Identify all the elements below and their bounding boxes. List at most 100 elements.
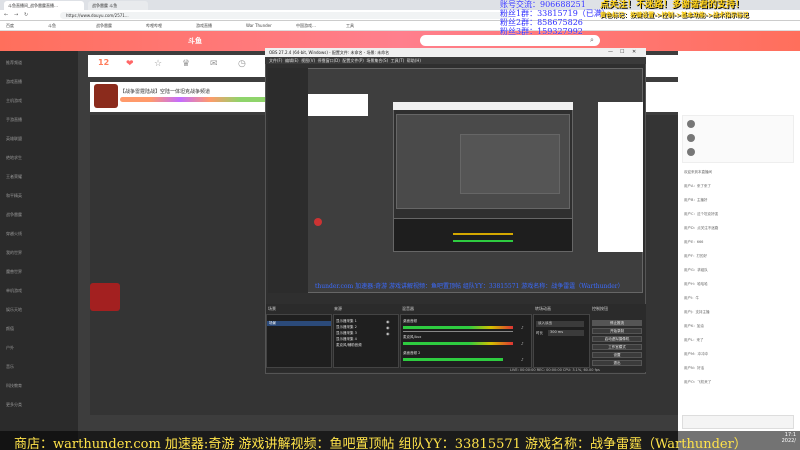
info-line: 账号交流：906688251 bbox=[500, 0, 586, 9]
eye-icon[interactable]: ◉ bbox=[386, 325, 390, 330]
transition-select[interactable]: 淡入淡出 bbox=[536, 321, 584, 327]
bookmark[interactable]: 哔哩哔哩 bbox=[146, 23, 162, 29]
notice-overlay: 点关注！不迷路！多谢谐君的支持！ 黄色标记：按键设置->控制->基本功能->战术… bbox=[600, 0, 749, 20]
obs-menu-item[interactable]: 帮助(H) bbox=[407, 58, 421, 63]
bookmark[interactable]: 中国游戏… bbox=[296, 23, 316, 29]
sidebar-item[interactable]: 手游直播 bbox=[6, 117, 22, 123]
eye-icon[interactable]: ◉ bbox=[386, 319, 390, 324]
message-icon[interactable]: ✉ bbox=[210, 59, 218, 69]
source-item[interactable]: 麦克风/辅助音频 bbox=[336, 343, 362, 348]
gift-icon[interactable]: ❤ bbox=[126, 59, 134, 69]
obs-menu-item[interactable]: 停靠窗口(D) bbox=[318, 58, 340, 63]
chat-message: 用户L：来了 bbox=[684, 338, 704, 342]
nested-marquee: thunder.com 加速器:奇游 游戏讲解视频：鱼吧置顶帖 组队YY：338… bbox=[315, 283, 624, 289]
nested-screen-3 bbox=[460, 134, 560, 194]
duration-input[interactable]: 300 ms bbox=[548, 330, 584, 336]
obs-menu-item[interactable]: 文件(F) bbox=[269, 58, 282, 63]
bookmark[interactable]: 工具 bbox=[346, 23, 354, 29]
chat-message: 用户G：求组队 bbox=[684, 268, 708, 272]
mixer-track-label: 麦克风/Aux bbox=[403, 335, 422, 339]
maximize-icon[interactable]: ☐ bbox=[620, 49, 624, 55]
reload-icon[interactable]: ↻ bbox=[24, 12, 28, 18]
chat-message: 用户D：点关注不迷路 bbox=[684, 226, 719, 230]
browser-tab[interactable]: 战争雷霆 斗鱼 bbox=[88, 1, 148, 10]
chat-input[interactable] bbox=[682, 415, 794, 429]
virtual-camera-button[interactable]: 启动虚拟摄像机 bbox=[592, 336, 642, 342]
volume-slider[interactable] bbox=[403, 331, 513, 332]
avatar[interactable] bbox=[687, 134, 695, 142]
sidebar-item[interactable]: 游戏直播 bbox=[6, 79, 22, 85]
forward-icon[interactable]: → bbox=[14, 12, 18, 18]
settings-button[interactable]: 设置 bbox=[592, 352, 642, 358]
url-input[interactable]: https://www.douyu.com/2571... bbox=[60, 12, 510, 19]
streamer-avatar[interactable] bbox=[94, 84, 118, 108]
star-icon[interactable]: ☆ bbox=[154, 59, 162, 69]
source-item[interactable]: 显示器采集 2 bbox=[336, 325, 357, 330]
sidebar-item[interactable]: 主机游戏 bbox=[6, 98, 22, 104]
obs-title-bar: OBS 27.2.4 (64-bit, Windows) - 配置文件: 未命名… bbox=[265, 48, 646, 57]
obs-menu-item[interactable]: 场景集合(S) bbox=[366, 58, 388, 63]
source-item[interactable]: 显示器采集 4 bbox=[336, 337, 357, 342]
minimize-icon[interactable]: — bbox=[608, 49, 613, 55]
bookmark[interactable]: 百度 bbox=[6, 23, 14, 29]
studio-mode-button[interactable]: 工作室模式 bbox=[592, 344, 642, 350]
sidebar-item[interactable]: 和平精英 bbox=[6, 193, 22, 199]
obs-menu-item[interactable]: 视图(V) bbox=[301, 58, 315, 63]
sidebar-item[interactable]: 科技教育 bbox=[6, 383, 22, 389]
chat-message: 欢迎来到本直播间 bbox=[684, 170, 712, 174]
site-search-input[interactable] bbox=[420, 35, 600, 46]
nested-room-header bbox=[308, 94, 368, 116]
obs-preview[interactable] bbox=[268, 68, 643, 293]
search-icon[interactable]: ⌕ bbox=[590, 36, 594, 45]
scene-item[interactable]: 场景 bbox=[267, 321, 331, 326]
obs-menu-item[interactable]: 工具(T) bbox=[391, 58, 405, 63]
sidebar-item[interactable]: 魔兽世界 bbox=[6, 269, 22, 275]
sidebar-item[interactable]: 娱乐天地 bbox=[6, 307, 22, 313]
sidebar-item[interactable]: 颜值 bbox=[6, 326, 14, 332]
sidebar-item[interactable]: 我的世界 bbox=[6, 250, 22, 256]
bookmark[interactable]: 战争雷霆 bbox=[96, 23, 112, 29]
duration-label: 时长 bbox=[536, 331, 543, 335]
browser-tab[interactable]: 斗鱼直播间_战争雷霆直播… bbox=[4, 1, 84, 10]
obs-menu-item[interactable]: 配置文件(P) bbox=[342, 58, 364, 63]
start-recording-button[interactable]: 开始录制 bbox=[592, 328, 642, 334]
taskbar-clock: 17:1 2022/ bbox=[760, 432, 800, 450]
clock-icon[interactable]: ◷ bbox=[238, 59, 246, 69]
source-item[interactable]: 显示器采集 3 bbox=[336, 331, 357, 336]
stop-stream-button[interactable]: 停止推流 bbox=[592, 320, 642, 326]
speaker-icon[interactable]: ♪ bbox=[521, 341, 524, 346]
source-item[interactable]: 显示器采集 1 bbox=[336, 319, 357, 324]
speaker-icon[interactable]: ♪ bbox=[521, 325, 524, 330]
sidebar-item[interactable]: 战争雷霆 bbox=[6, 212, 22, 218]
bookmark[interactable]: 游戏直播 bbox=[196, 23, 212, 29]
chat-message: 用户C：这个坦克好强 bbox=[684, 212, 718, 216]
avatar[interactable] bbox=[687, 148, 695, 156]
sidebar-item[interactable]: 单机游戏 bbox=[6, 288, 22, 294]
sidebar-item[interactable]: 英雄联盟 bbox=[6, 136, 22, 142]
bookmark[interactable]: War Thunder bbox=[246, 23, 272, 28]
trophy-icon[interactable]: ♛ bbox=[182, 59, 190, 69]
sidebar-item[interactable]: 音乐 bbox=[6, 364, 14, 370]
exit-button[interactable]: 退出 bbox=[592, 360, 642, 366]
sidebar-item[interactable]: 推荐频道 bbox=[6, 60, 22, 66]
sidebar-item[interactable]: 户外 bbox=[6, 345, 14, 351]
close-icon[interactable]: ✕ bbox=[632, 49, 636, 55]
avatar[interactable] bbox=[687, 120, 695, 128]
chat-message: 用户B：主播好 bbox=[684, 198, 708, 202]
obs-menu-item[interactable]: 编辑(E) bbox=[285, 58, 299, 63]
chat-panel bbox=[678, 51, 800, 450]
bookmark[interactable]: 斗鱼 bbox=[48, 23, 56, 29]
bookmarks-bar: 百度 斗鱼 战争雷霆 哔哩哔哩 游戏直播 War Thunder 中国游戏… 工… bbox=[0, 21, 800, 31]
sidebar-item[interactable]: 绝地求生 bbox=[6, 155, 22, 161]
sidebar-item[interactable]: 更多分类 bbox=[6, 402, 22, 408]
sidebar-item[interactable]: 穿越火线 bbox=[6, 231, 22, 237]
notice-line: 黄色标记：按键设置->控制->基本功能->战术指示标记 bbox=[600, 12, 749, 19]
scenes-panel: 场景 bbox=[266, 314, 332, 368]
promo-banner[interactable] bbox=[90, 283, 120, 311]
site-logo[interactable]: 斗鱼 bbox=[188, 36, 202, 46]
eye-icon[interactable]: ◉ bbox=[386, 331, 390, 336]
sidebar-item[interactable]: 王者荣耀 bbox=[6, 174, 22, 180]
back-icon[interactable]: ← bbox=[4, 12, 8, 18]
mixer-panel-title: 混音器 bbox=[402, 306, 414, 311]
speaker-icon[interactable]: ♪ bbox=[521, 357, 524, 362]
